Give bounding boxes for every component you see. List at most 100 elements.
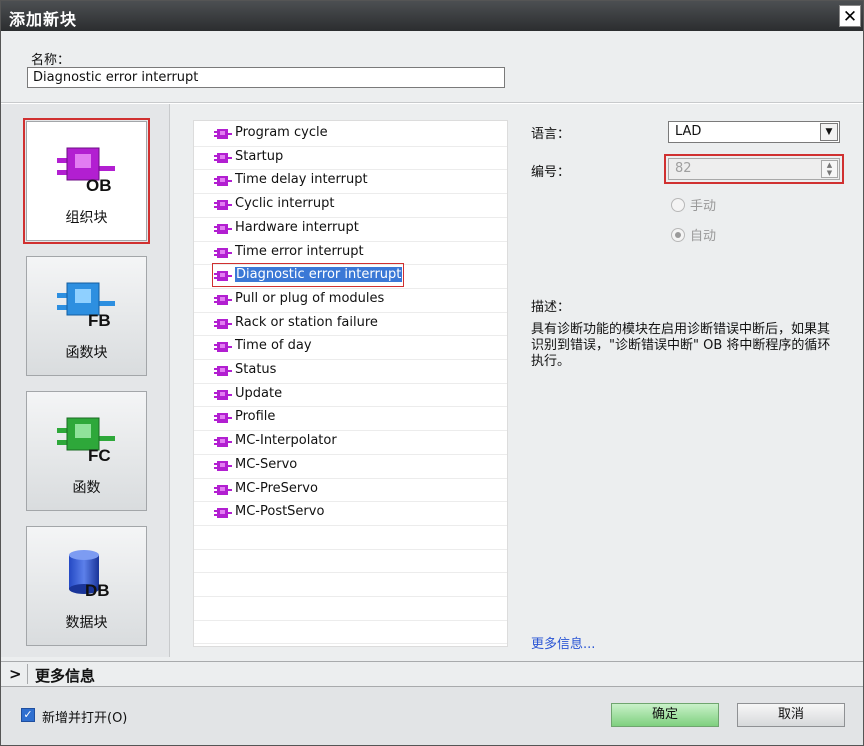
list-row-line <box>194 596 507 597</box>
ob-list-item[interactable]: Hardware interrupt <box>214 218 359 238</box>
block-type-db-button[interactable]: DB 数据块 <box>26 526 147 646</box>
purple-block-icon <box>214 174 232 186</box>
chevron-down-icon[interactable]: ▼ <box>820 123 838 141</box>
ob-list-item-label: MC-PostServo <box>235 504 325 519</box>
name-input[interactable]: Diagnostic error interrupt <box>27 67 505 88</box>
description-label: 描述： <box>531 300 571 315</box>
fc-block-icon: FC <box>55 414 117 465</box>
purple-block-icon <box>214 411 232 423</box>
language-value: LAD <box>675 124 702 139</box>
block-type-ob-label: 组织块 <box>65 210 108 226</box>
ob-list-item-label: Time of day <box>235 338 312 353</box>
list-row-line <box>194 525 507 526</box>
ob-list-item[interactable]: Pull or plug of modules <box>214 289 384 309</box>
ob-list-item[interactable]: Cyclic interrupt <box>214 194 334 214</box>
svg-text:FC: FC <box>88 446 111 464</box>
ob-list-item-label: Time error interrupt <box>235 244 364 259</box>
purple-block-icon <box>214 222 232 234</box>
ob-block-icon: OB <box>55 144 117 195</box>
number-label: 编号： <box>531 165 571 180</box>
ob-list-item-label: Cyclic interrupt <box>235 196 335 211</box>
block-type-fb-label: 函数块 <box>65 345 108 361</box>
spinner-icon[interactable]: ▲ ▼ <box>821 160 838 178</box>
radio-auto-circle-icon <box>671 228 685 242</box>
ob-list-item-label: MC-Interpolator <box>235 433 337 448</box>
ob-list-item-label: Rack or station failure <box>235 315 378 330</box>
radio-auto[interactable]: 自动 <box>671 225 716 244</box>
ob-list-item[interactable]: MC-Interpolator <box>214 431 337 451</box>
ob-list-item-label: MC-PreServo <box>235 481 318 496</box>
number-input[interactable]: 82 ▲ ▼ <box>664 154 844 184</box>
ob-list-item[interactable]: MC-PostServo <box>214 502 324 522</box>
svg-text:DB: DB <box>85 581 110 599</box>
ob-list-item[interactable]: Time error interrupt <box>214 242 364 262</box>
ob-list-item[interactable]: Diagnostic error interrupt <box>211 263 405 287</box>
add-and-open-label: 新增并打开(O) <box>42 711 128 726</box>
more-info-expander[interactable]: > 更多信息 <box>1 661 863 687</box>
purple-block-icon <box>214 127 232 139</box>
ob-list-item[interactable]: Update <box>214 384 282 404</box>
ok-button[interactable]: 确定 <box>611 703 719 727</box>
ob-list-item-label: Profile <box>235 409 276 424</box>
purple-block-icon <box>214 317 232 329</box>
language-select[interactable]: LAD ▼ <box>668 121 840 143</box>
purple-block-icon <box>214 293 232 305</box>
block-type-db-label: 数据块 <box>65 615 108 631</box>
purple-block-icon <box>214 269 232 281</box>
ob-list-item-label: Update <box>235 386 283 401</box>
dialog-footer <box>1 687 863 745</box>
language-label: 语言： <box>531 127 571 142</box>
block-type-fc-button[interactable]: FC 函数 <box>26 391 147 511</box>
fb-block-icon: FB <box>55 279 117 330</box>
ob-list-item-label: Hardware interrupt <box>235 220 359 235</box>
radio-auto-label: 自动 <box>690 229 717 244</box>
ob-list-item[interactable]: Rack or station failure <box>214 313 378 333</box>
number-value: 82 <box>675 161 692 176</box>
ob-list-item[interactable]: Time of day <box>214 336 312 356</box>
purple-block-icon <box>214 198 232 210</box>
purple-block-icon <box>214 151 232 163</box>
list-row-line <box>194 643 507 644</box>
block-type-ob-button[interactable]: OB 组织块 <box>23 118 150 244</box>
purple-block-icon <box>214 340 232 352</box>
ob-list-item[interactable]: Program cycle <box>214 123 328 143</box>
radio-manual-circle-icon <box>671 198 685 212</box>
ob-list-item-label: Time delay interrupt <box>235 172 368 187</box>
purple-block-icon <box>214 459 232 471</box>
title-bar: 添加新块 ✕ <box>1 1 863 31</box>
add-and-open-checkbox[interactable]: ✓ <box>21 708 35 722</box>
db-cylinder-icon: DB <box>55 549 117 600</box>
add-new-block-dialog: 添加新块 ✕ 名称： Diagnostic error interrupt OB… <box>0 0 864 746</box>
ob-list-item-label: Diagnostic error interrupt <box>235 267 403 282</box>
purple-block-icon <box>214 506 232 518</box>
chevron-right-icon: > <box>9 665 22 683</box>
ob-list-item-label: Program cycle <box>235 125 328 140</box>
ob-list-item[interactable]: Profile <box>214 407 275 427</box>
more-info-bar-label: 更多信息 <box>35 667 96 685</box>
purple-block-icon <box>214 435 232 447</box>
ob-list-item[interactable]: MC-PreServo <box>214 479 318 499</box>
radio-manual[interactable]: 手动 <box>671 195 716 214</box>
ob-list-item[interactable]: Startup <box>214 147 283 167</box>
divider <box>27 664 28 684</box>
ob-list-item-label: Pull or plug of modules <box>235 291 385 306</box>
more-info-link[interactable]: 更多信息... <box>531 633 595 652</box>
cancel-button[interactable]: 取消 <box>737 703 845 727</box>
close-button[interactable]: ✕ <box>839 5 861 27</box>
svg-text:FB: FB <box>88 311 111 329</box>
purple-block-icon <box>214 364 232 376</box>
ob-list-item[interactable]: Status <box>214 360 276 380</box>
ob-list-item[interactable]: Time delay interrupt <box>214 170 368 190</box>
ob-list-item-label: Startup <box>235 149 284 164</box>
purple-block-icon <box>214 388 232 400</box>
dialog-title: 添加新块 <box>9 10 78 29</box>
purple-block-icon <box>214 483 232 495</box>
ob-list-item-label: Status <box>235 362 277 377</box>
purple-block-icon <box>214 246 232 258</box>
block-type-fc-label: 函数 <box>72 480 101 496</box>
list-row-line <box>194 620 507 621</box>
ob-type-list: Program cycle Startup Time delay interrupt… <box>193 120 508 647</box>
radio-manual-label: 手动 <box>690 199 717 214</box>
block-type-fb-button[interactable]: FB 函数块 <box>26 256 147 376</box>
ob-list-item[interactable]: MC-Servo <box>214 455 297 475</box>
